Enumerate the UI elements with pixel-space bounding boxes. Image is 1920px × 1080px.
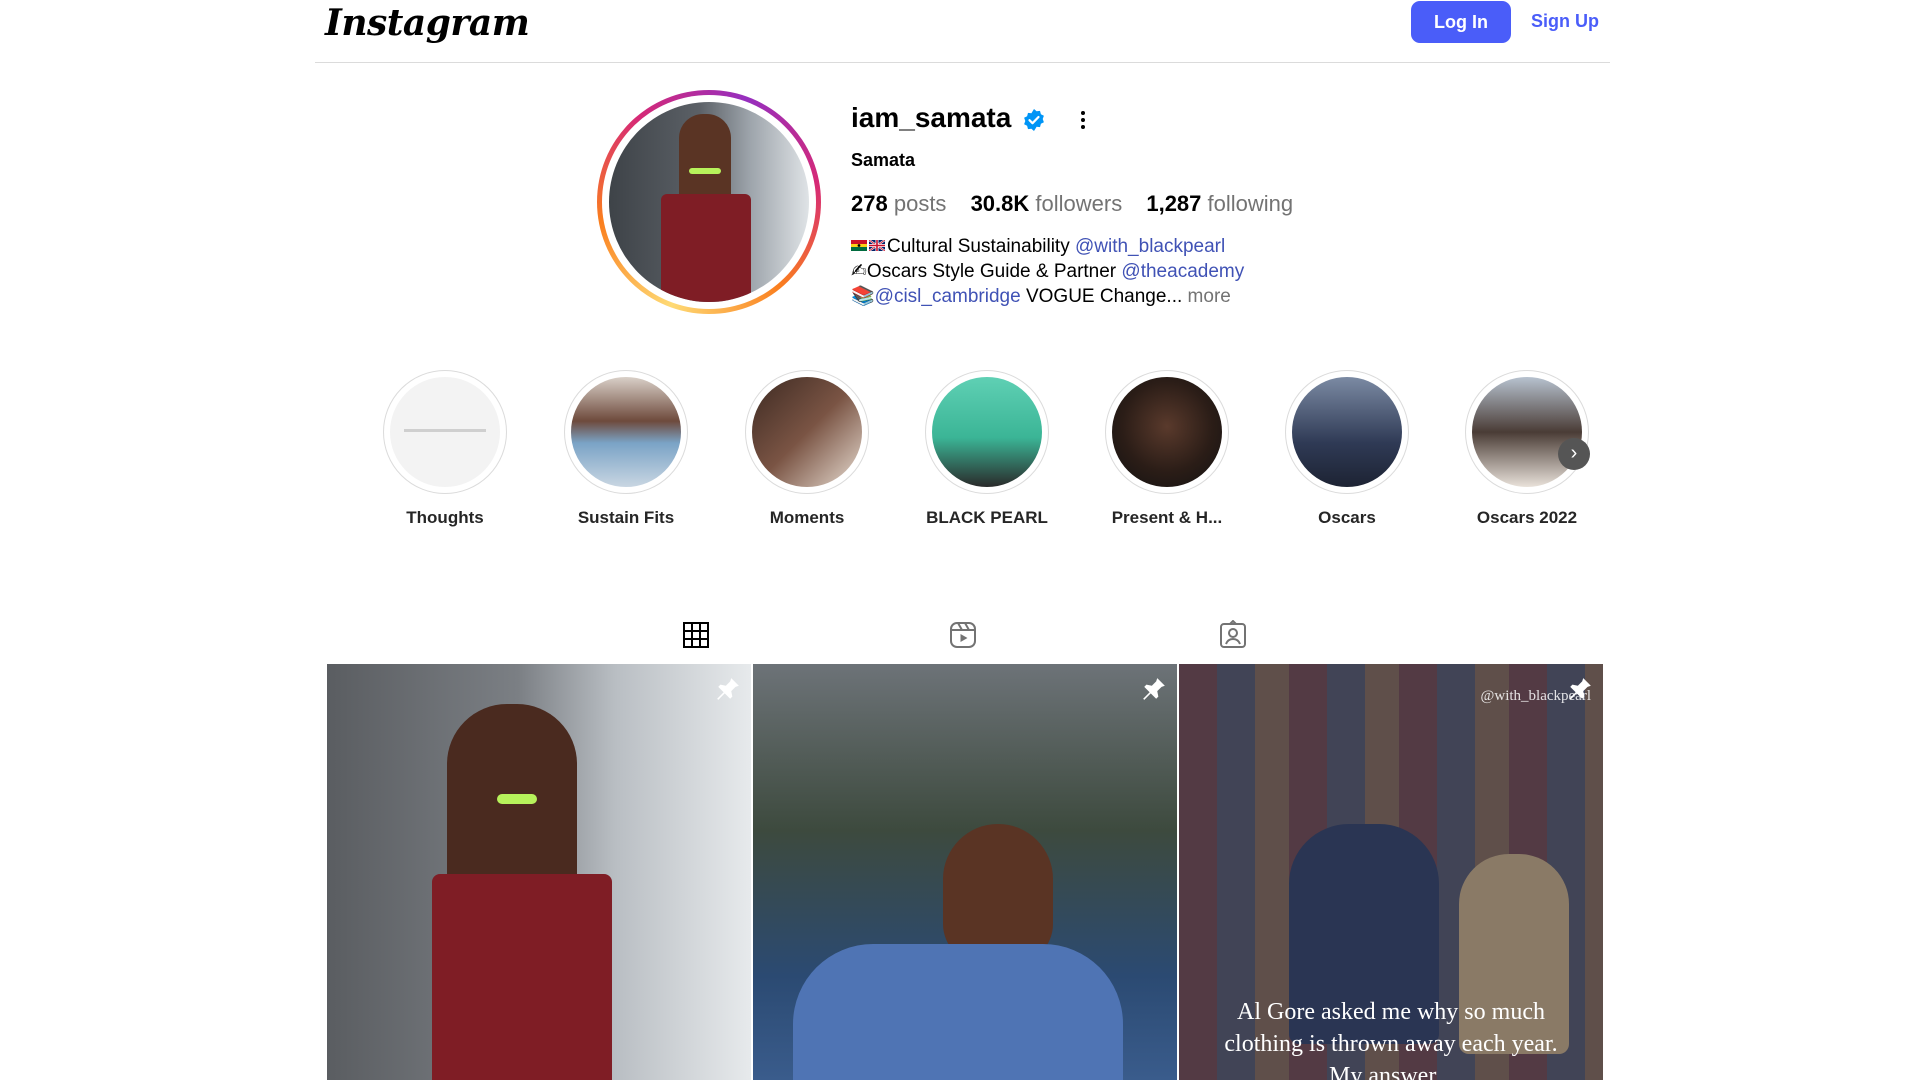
- highlight-thumbnail: [390, 377, 500, 487]
- story-highlights: Thoughts Sustain Fits Moments BLACK PEAR…: [0, 370, 1920, 540]
- chevron-right-icon: ›: [1570, 442, 1578, 464]
- verified-badge-icon: [1024, 109, 1044, 131]
- highlight-thumbnail: [571, 377, 681, 487]
- top-navigation-bar: Instagram Log In Sign Up: [315, 0, 1610, 63]
- followers-stat[interactable]: 30.8K followers: [971, 191, 1123, 216]
- mention-link[interactable]: @with_blackpearl: [1075, 236, 1225, 257]
- pin-icon: [1143, 678, 1165, 700]
- pin-icon: [1569, 678, 1591, 700]
- tab-posts[interactable]: [651, 616, 741, 666]
- pin-icon: [717, 678, 739, 700]
- profile-stats: 278 posts 30.8K followers 1,287 followin…: [851, 191, 1311, 217]
- tagged-icon: [1220, 620, 1246, 648]
- highlight-thumbnail: [752, 377, 862, 487]
- highlights-next-button[interactable]: ›: [1558, 438, 1590, 470]
- posts-grid: @with_blackpearl Al Gore asked me why so…: [327, 664, 1603, 1080]
- profile-username: iam_samata: [851, 102, 1012, 133]
- highlight-thumbnail: [932, 377, 1042, 487]
- profile-avatar[interactable]: [597, 90, 821, 314]
- post-thumbnail[interactable]: [327, 664, 751, 1080]
- writing-hand-icon: ✍: [851, 261, 867, 282]
- highlight-oscars[interactable]: Oscars: [1257, 370, 1437, 528]
- highlight-moments[interactable]: Moments: [717, 370, 897, 528]
- tab-reels[interactable]: [918, 616, 1008, 664]
- books-icon: 📚: [851, 286, 875, 307]
- highlight-thoughts[interactable]: Thoughts: [355, 370, 535, 528]
- bio-line-3: 📚@cisl_cambridge VOGUE Change... more: [851, 286, 1231, 307]
- bio-more-link[interactable]: more: [1188, 286, 1231, 307]
- profile-tabs: [0, 610, 1920, 666]
- post-caption: My answer...: [1329, 1063, 1453, 1080]
- ghana-flag-icon: [851, 240, 867, 251]
- following-stat[interactable]: 1,287 following: [1146, 191, 1293, 216]
- mention-link[interactable]: @theacademy: [1121, 261, 1244, 282]
- bio-line-2: ✍Oscars Style Guide & Partner @theacadem…: [851, 261, 1245, 282]
- highlight-present[interactable]: Present & H...: [1077, 370, 1257, 528]
- signup-link[interactable]: Sign Up: [1531, 11, 1599, 32]
- profile-full-name: Samata: [851, 150, 916, 170]
- posts-stat: 278 posts: [851, 191, 947, 216]
- login-button[interactable]: Log In: [1411, 1, 1511, 43]
- mention-link[interactable]: @cisl_cambridge: [875, 286, 1021, 307]
- highlight-thumbnail: [1472, 377, 1582, 487]
- grid-icon: [683, 622, 709, 648]
- uk-flag-icon: [869, 240, 885, 251]
- tab-tagged[interactable]: [1188, 616, 1278, 664]
- post-caption: clothing is thrown away each year.: [1224, 1031, 1558, 1057]
- post-thumbnail[interactable]: @with_blackpearl Al Gore asked me why so…: [1179, 664, 1603, 1080]
- highlight-oscars-2022[interactable]: Oscars 2022: [1437, 370, 1617, 528]
- highlight-thumbnail: [1112, 377, 1222, 487]
- avatar-photo: [609, 102, 809, 302]
- highlight-sustain-fits[interactable]: Sustain Fits: [536, 370, 716, 528]
- post-thumbnail[interactable]: [753, 664, 1177, 1080]
- highlight-thumbnail: [1292, 377, 1402, 487]
- highlight-black-pearl[interactable]: BLACK PEARL: [897, 370, 1077, 528]
- profile-bio: Cultural Sustainability @with_blackpearl…: [851, 234, 1244, 309]
- reels-icon: [950, 622, 976, 648]
- bio-line-1: Cultural Sustainability @with_blackpearl: [851, 234, 1244, 259]
- instagram-logo[interactable]: Instagram: [325, 2, 530, 44]
- more-options-icon[interactable]: [1078, 108, 1088, 132]
- post-caption: Al Gore asked me why so much: [1237, 999, 1545, 1025]
